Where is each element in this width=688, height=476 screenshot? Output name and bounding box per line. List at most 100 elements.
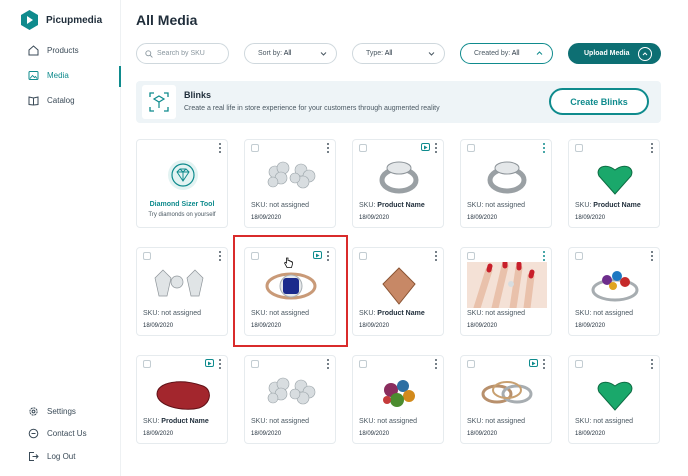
search-box[interactable] bbox=[136, 43, 229, 64]
sort-dropdown[interactable]: Sort by: All bbox=[244, 43, 337, 64]
more-options-icon[interactable] bbox=[651, 251, 654, 261]
select-checkbox[interactable] bbox=[575, 360, 583, 368]
media-card[interactable]: SKU: Product Name 18/09/2020 bbox=[136, 355, 228, 444]
more-options-icon[interactable] bbox=[327, 251, 330, 261]
more-options-icon[interactable] bbox=[219, 251, 222, 261]
more-options-icon[interactable] bbox=[219, 359, 222, 369]
upload-media-button[interactable]: Upload Media bbox=[568, 43, 661, 64]
media-date: 18/09/2020 bbox=[575, 323, 606, 329]
sku-value: not assigned bbox=[485, 418, 525, 425]
more-options-icon[interactable] bbox=[543, 359, 546, 369]
hand-cursor-icon bbox=[283, 257, 293, 268]
sidebar-item-media[interactable]: Media bbox=[28, 70, 69, 81]
sku-line: SKU: Product Name bbox=[359, 310, 425, 317]
more-options-icon[interactable] bbox=[435, 143, 438, 153]
created-by-value: All bbox=[511, 50, 520, 57]
media-card[interactable]: SKU: not assigned 18/09/2020 bbox=[460, 139, 552, 228]
type-dropdown[interactable]: Type: All bbox=[352, 43, 445, 64]
sku-line: SKU: not assigned bbox=[467, 310, 525, 317]
sku-line: SKU: Product Name bbox=[359, 202, 425, 209]
media-card[interactable]: SKU: Product Name 18/09/2020 bbox=[352, 139, 444, 228]
media-date: 18/09/2020 bbox=[359, 215, 390, 221]
select-checkbox[interactable] bbox=[575, 144, 583, 152]
created-by-dropdown-text: Created by: All bbox=[474, 50, 520, 57]
media-card[interactable]: SKU: not assigned 18/09/2020 bbox=[568, 355, 660, 444]
type-dropdown-text: Type: All bbox=[366, 50, 392, 57]
sku-label: SKU: bbox=[575, 310, 592, 317]
blinks-logo bbox=[142, 85, 176, 119]
created-by-dropdown[interactable]: Created by: All bbox=[460, 43, 553, 64]
media-thumbnail bbox=[467, 154, 547, 200]
select-checkbox[interactable] bbox=[359, 252, 367, 260]
video-icon bbox=[421, 143, 430, 151]
select-checkbox[interactable] bbox=[359, 360, 367, 368]
select-checkbox[interactable] bbox=[251, 252, 259, 260]
search-icon bbox=[145, 49, 153, 58]
diamond-sizer-tool-card[interactable]: Diamond Sizer Tool Try diamonds on yours… bbox=[136, 139, 228, 228]
sidebar-item-contact[interactable]: Contact Us bbox=[28, 428, 87, 439]
more-options-icon[interactable] bbox=[651, 143, 654, 153]
select-checkbox[interactable] bbox=[467, 144, 475, 152]
more-options-icon[interactable] bbox=[543, 251, 546, 261]
more-options-icon[interactable] bbox=[435, 251, 438, 261]
sidebar-item-settings[interactable]: Settings bbox=[28, 406, 76, 417]
select-checkbox[interactable] bbox=[575, 252, 583, 260]
red-pear-gem-image bbox=[156, 381, 210, 410]
diamond-sizer-thumbnail bbox=[143, 156, 223, 194]
home-icon bbox=[28, 45, 39, 56]
media-card[interactable]: SKU: not assigned 18/09/2020 bbox=[136, 247, 228, 336]
chevron-up-icon bbox=[536, 51, 543, 55]
more-options-icon[interactable] bbox=[219, 143, 222, 153]
brand-name: Picupmedia bbox=[46, 14, 103, 26]
sku-label: SKU: bbox=[143, 310, 160, 317]
create-blinks-button[interactable]: Create Blinks bbox=[549, 88, 649, 115]
media-card[interactable]: SKU: Product Name 18/09/2020 bbox=[568, 139, 660, 228]
sidebar-item-products[interactable]: Products bbox=[28, 45, 79, 56]
sidebar: Picupmedia Products Media Catalog Settin… bbox=[0, 0, 121, 476]
more-options-icon[interactable] bbox=[651, 359, 654, 369]
chevron-down-icon bbox=[428, 52, 435, 56]
more-options-icon[interactable] bbox=[435, 359, 438, 369]
image-icon bbox=[28, 71, 39, 80]
media-card[interactable]: SKU: not assigned 18/09/2020 bbox=[244, 139, 336, 228]
media-thumbnail bbox=[359, 370, 439, 416]
select-checkbox[interactable] bbox=[359, 144, 367, 152]
select-checkbox[interactable] bbox=[251, 144, 259, 152]
type-value: All bbox=[384, 50, 393, 57]
media-date: 18/09/2020 bbox=[467, 323, 498, 329]
sidebar-item-catalog[interactable]: Catalog bbox=[28, 95, 75, 106]
video-icon bbox=[529, 359, 538, 367]
tool-title: Diamond Sizer Tool bbox=[149, 201, 215, 208]
select-checkbox[interactable] bbox=[143, 360, 151, 368]
media-card[interactable]: SKU: not assigned 18/09/2020 bbox=[568, 247, 660, 336]
select-checkbox[interactable] bbox=[143, 252, 151, 260]
sidebar-item-logout[interactable]: Log Out bbox=[28, 451, 75, 462]
video-icon bbox=[313, 251, 322, 259]
sku-line: SKU: Product Name bbox=[575, 202, 641, 209]
sku-line: SKU: not assigned bbox=[467, 202, 525, 209]
media-card[interactable]: SKU: not assigned 18/09/2020 bbox=[352, 355, 444, 444]
active-indicator bbox=[119, 66, 121, 87]
media-date: 18/09/2020 bbox=[143, 323, 174, 329]
media-date: 18/09/2020 bbox=[467, 215, 498, 221]
media-thumbnail bbox=[359, 262, 439, 308]
brand[interactable]: Picupmedia bbox=[20, 9, 102, 31]
video-icon bbox=[205, 359, 214, 367]
select-checkbox[interactable] bbox=[251, 360, 259, 368]
select-checkbox[interactable] bbox=[467, 360, 475, 368]
more-options-icon[interactable] bbox=[327, 143, 330, 153]
media-card[interactable]: SKU: not assigned 18/09/2020 bbox=[460, 247, 552, 336]
diamond-icon bbox=[168, 160, 198, 190]
media-card[interactable]: SKU: Product Name 18/09/2020 bbox=[352, 247, 444, 336]
sku-label: SKU: bbox=[359, 310, 376, 317]
sidebar-item-label: Log Out bbox=[47, 452, 76, 461]
select-checkbox[interactable] bbox=[467, 252, 475, 260]
more-options-icon[interactable] bbox=[327, 359, 330, 369]
media-card[interactable]: SKU: not assigned 18/09/2020 bbox=[460, 355, 552, 444]
media-date: 18/09/2020 bbox=[359, 431, 390, 437]
more-options-icon[interactable] bbox=[543, 143, 546, 153]
media-card[interactable]: SKU: not assigned 18/09/2020 bbox=[244, 355, 336, 444]
sku-label: SKU: bbox=[467, 418, 484, 425]
search-input[interactable] bbox=[157, 50, 223, 57]
sku-value: Product Name bbox=[593, 202, 641, 209]
